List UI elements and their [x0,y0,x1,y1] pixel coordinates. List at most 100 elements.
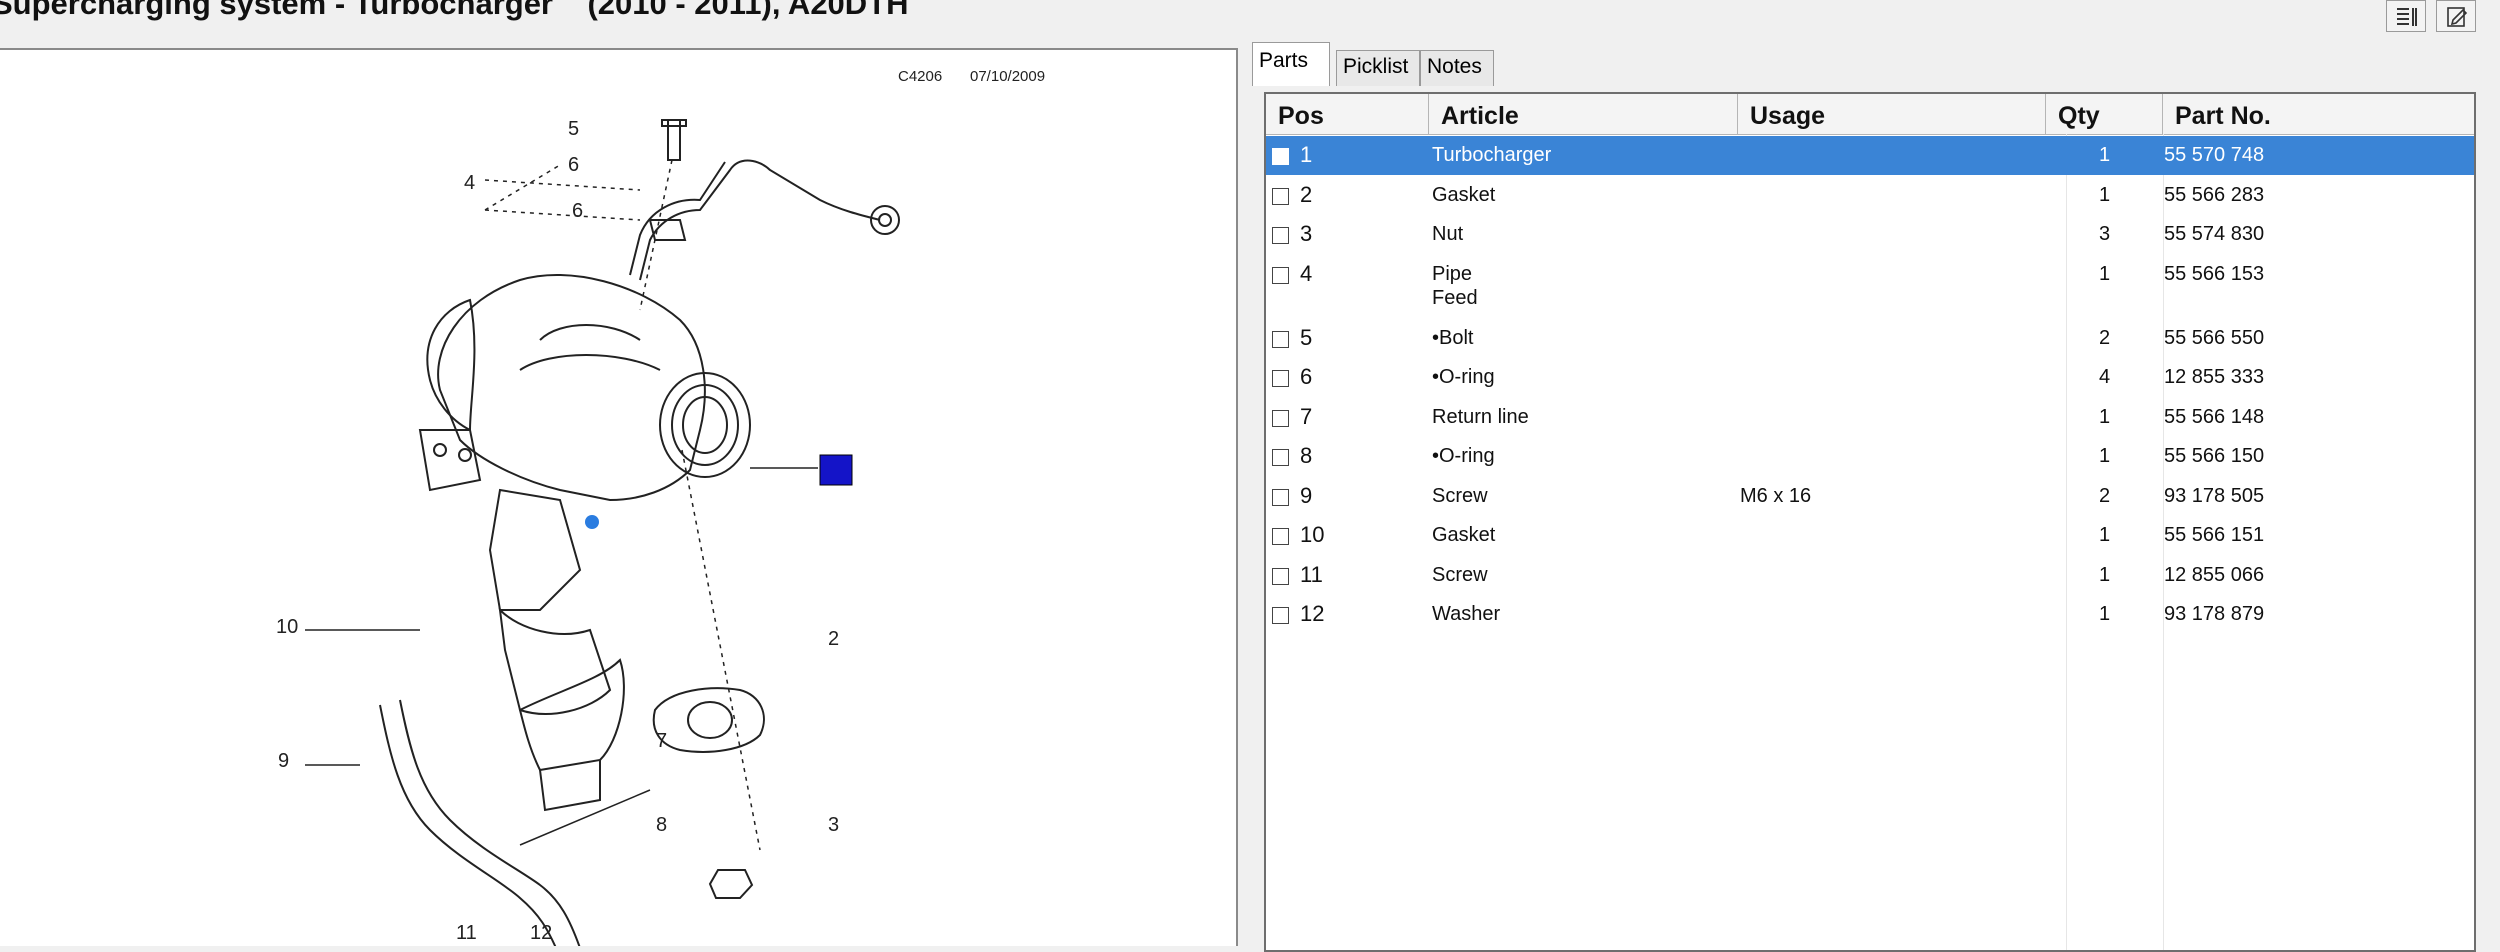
row-checkbox[interactable] [1272,266,1289,284]
callout-5[interactable]: 5 [568,118,579,141]
column-usage[interactable]: Usage [1738,94,2046,134]
column-article[interactable]: Article [1429,94,1738,134]
callout-9[interactable]: 9 [278,750,289,773]
column-pos[interactable]: Pos [1266,94,1429,134]
callout-1[interactable]: 1 [828,412,839,435]
table-row[interactable]: 1 Turbocharger 1 55 570 748 [1266,136,2474,175]
cell-pos: 8 [1300,443,1313,468]
edit-note-button[interactable] [2436,0,2476,32]
row-checkbox[interactable] [1272,370,1289,387]
cell-part-no: 55 566 150 [2164,445,2265,467]
drawing-code: C4206 [898,68,943,85]
cell-part-no: 55 566 148 [2164,405,2265,428]
cell-qty: 2 [2099,484,2111,507]
cell-pos: 1 [1300,142,1313,167]
tab-parts[interactable]: Parts [1252,42,1330,86]
table-row[interactable]: 8 •O-ring 1 55 566 150 [1266,437,2474,476]
page-title: Supercharging system - Turbocharger (201… [0,0,909,21]
row-checkbox[interactable] [1272,148,1289,165]
cell-qty: 1 [2099,563,2111,586]
cell-article: •O-ring [1432,445,1495,467]
cell-article-line2: Feed [1432,286,1478,309]
cell-part-no: 12 855 333 [2164,366,2265,388]
cell-pos: 9 [1300,482,1313,508]
edit-icon [2447,7,2468,27]
callout-8[interactable]: 8 [656,814,667,837]
column-qty[interactable]: Qty [2046,94,2163,134]
turbocharger-diagram [305,119,900,946]
tab-picklist[interactable]: Picklist [1336,50,1420,86]
row-checkbox[interactable] [1272,330,1289,348]
columns-icon [2397,8,2417,26]
cell-qty: 4 [2099,366,2111,388]
cell-qty: 3 [2099,223,2111,245]
cell-usage: M6 x 16 [1740,484,1812,507]
cell-article: Return line [1432,405,1529,428]
row-checkbox[interactable] [1272,409,1289,427]
callout-7[interactable]: 7 [656,730,667,753]
callout-11[interactable]: 11 [456,922,477,945]
cell-qty: 1 [2099,262,2111,285]
callout-2[interactable]: 2 [828,628,839,651]
exploded-parts-drawing[interactable]: C4206 07/10/2009 1 2 3 4 5 6 6 7 8 9 10 … [0,48,1238,946]
cell-article: Screw [1432,563,1488,586]
row-checkbox[interactable] [1272,528,1289,545]
callout-6b[interactable]: 6 [572,200,583,223]
cell-article: •Bolt [1432,326,1474,349]
parts-table[interactable]: Pos Article Usage Qty Part No. 1 Turbocha… [1264,92,2476,952]
table-row[interactable]: 5 •Bolt 2 55 566 550 [1266,319,2474,358]
callout-1-highlight[interactable] [819,454,853,486]
drawing-date: 07/10/2009 [970,68,1046,85]
cell-pos: 3 [1300,221,1313,246]
cell-article: Gasket [1432,524,1496,546]
cell-part-no: 55 574 830 [2164,223,2265,245]
callout-10[interactable]: 10 [276,616,298,639]
table-row[interactable]: 4 Pipe 1 55 566 153 Feed [1266,255,2474,319]
cell-part-no: 12 855 066 [2164,563,2265,586]
cell-qty: 1 [2099,445,2111,467]
cell-article: Washer [1432,603,1501,625]
cell-article: Pipe [1432,262,1473,285]
table-header: Pos Article Usage Qty Part No. [1266,94,2474,135]
cell-article: •O-ring [1432,366,1495,388]
table-row[interactable]: 9 Screw M6 x 16 2 93 178 505 [1266,477,2474,516]
cell-qty: 2 [2099,326,2111,349]
cell-part-no: 93 178 879 [2164,603,2265,625]
table-row[interactable]: 11 Screw 1 12 855 066 [1266,556,2474,595]
callout-4[interactable]: 4 [464,172,475,195]
row-checkbox[interactable] [1272,449,1289,466]
hotspot-marker[interactable] [585,515,599,529]
cell-qty: 1 [2099,524,2111,546]
row-checkbox[interactable] [1272,567,1289,585]
table-row[interactable]: 2 Gasket 1 55 566 283 [1266,176,2474,215]
cell-article: Gasket [1432,183,1496,206]
table-row[interactable]: 3 Nut 3 55 574 830 [1266,215,2474,254]
table-row[interactable]: 7 Return line 1 55 566 148 [1266,398,2474,437]
cell-pos: 7 [1300,403,1313,429]
cell-part-no: 55 570 748 [2164,144,2265,166]
tab-notes[interactable]: Notes [1420,50,1494,86]
column-part-no[interactable]: Part No. [2163,94,2474,134]
callout-6[interactable]: 6 [568,154,579,177]
row-checkbox[interactable] [1272,488,1289,506]
cell-qty: 1 [2099,144,2111,166]
table-row[interactable]: 6 •O-ring 4 12 855 333 [1266,358,2474,397]
column-settings-button[interactable] [2386,0,2426,32]
cell-article: Nut [1432,223,1464,245]
row-checkbox[interactable] [1272,607,1289,624]
cell-qty: 1 [2099,603,2111,625]
callout-3[interactable]: 3 [828,814,839,837]
cell-article: Turbocharger [1432,144,1552,166]
cell-pos: 11 [1300,561,1323,587]
cell-pos: 5 [1300,324,1313,350]
row-checkbox[interactable] [1272,227,1289,244]
cell-pos: 12 [1300,601,1325,626]
row-checkbox[interactable] [1272,187,1289,205]
table-row[interactable]: 12 Washer 1 93 178 879 [1266,595,2474,634]
table-row[interactable]: 10 Gasket 1 55 566 151 [1266,516,2474,555]
callout-12[interactable]: 12 [530,922,552,945]
cell-pos: 6 [1300,364,1313,389]
cell-pos: 4 [1300,260,1313,286]
title-bar: Supercharging system - Turbocharger (201… [0,0,2500,46]
cell-part-no: 55 566 283 [2164,183,2265,206]
